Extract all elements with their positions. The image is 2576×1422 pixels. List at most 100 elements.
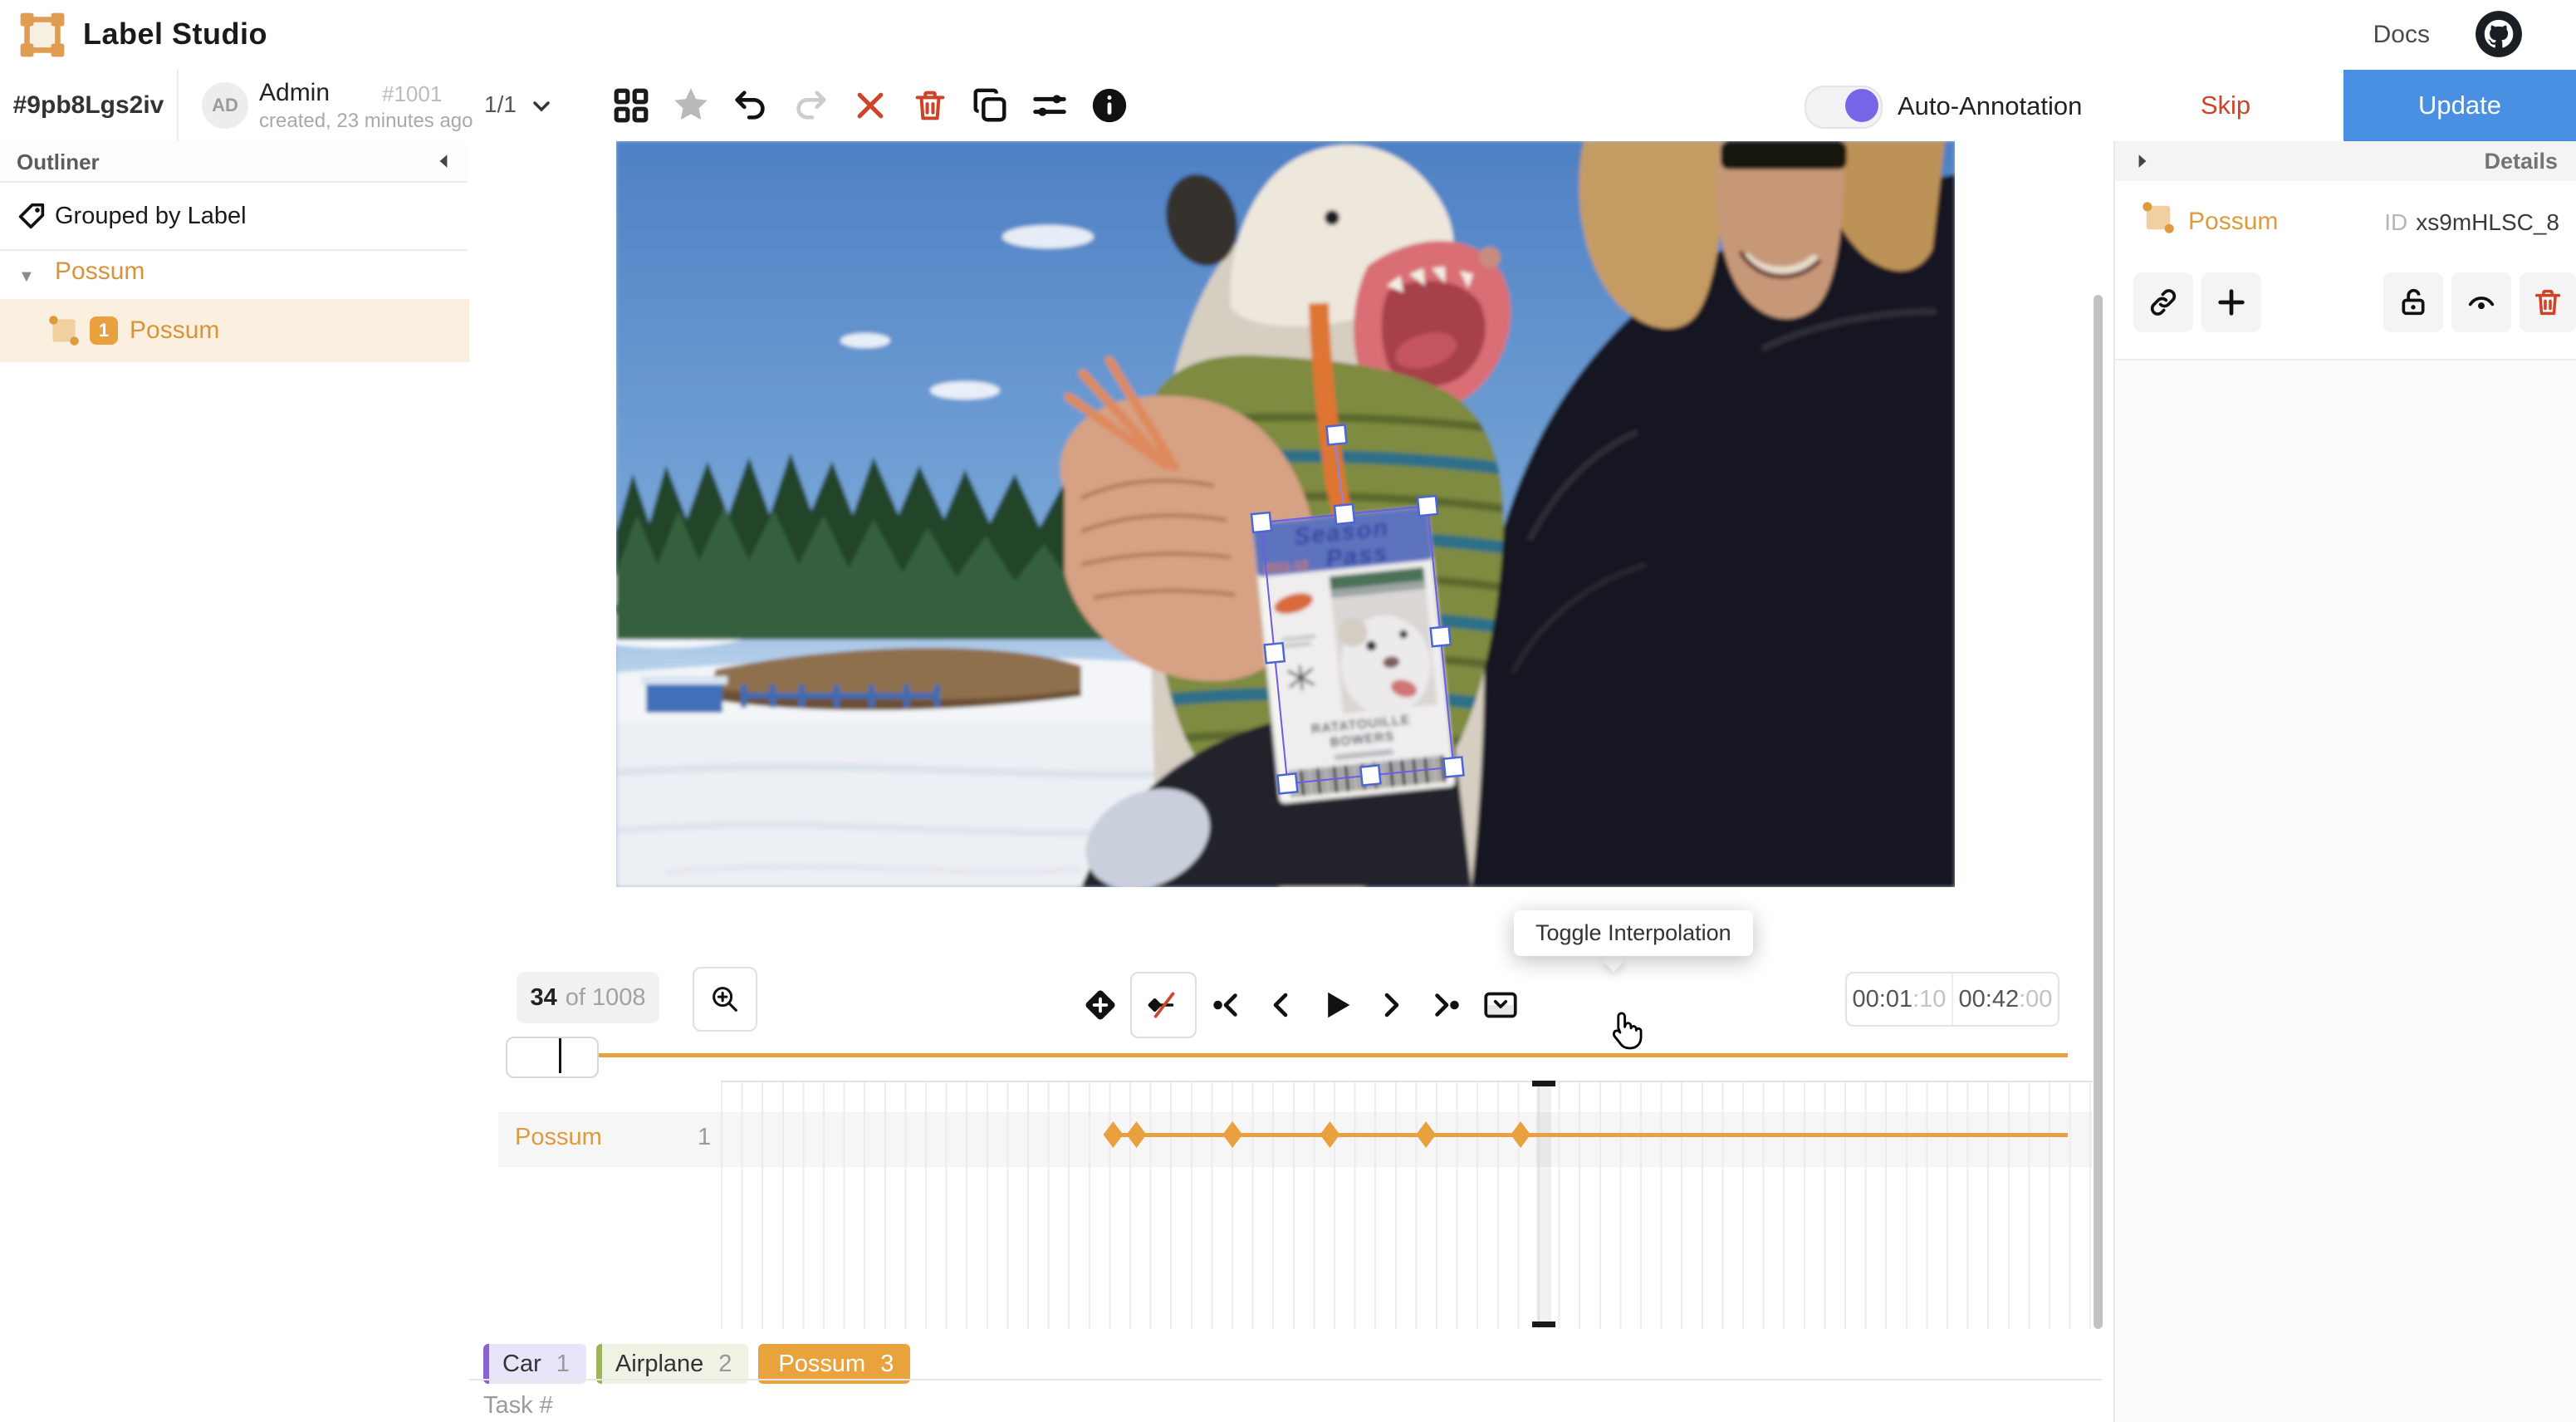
region-index-badge: 1 [90, 316, 118, 345]
time-duration-frames: :00 [2019, 986, 2052, 1013]
outliner-region-item[interactable]: 1 Possum [0, 299, 469, 362]
undo-button[interactable] [727, 78, 774, 133]
toggle-knob [1845, 89, 1878, 122]
outliner-header: Outliner [0, 141, 468, 183]
keyframe-diamond[interactable] [1511, 1121, 1530, 1148]
next-frame-button[interactable] [1366, 980, 1416, 1030]
label-color-bar [596, 1344, 602, 1384]
annotation-author: Admin [259, 79, 330, 107]
tag-icon [15, 199, 48, 233]
previous-frame-button[interactable] [1256, 980, 1306, 1030]
region-label[interactable]: Possum [2188, 208, 2278, 236]
label-text: Possum [778, 1351, 865, 1378]
label-hotkey: 1 [556, 1351, 570, 1378]
duplicate-button[interactable] [967, 78, 1013, 133]
seek-handle-mark [559, 1038, 561, 1073]
region-id: ID xs9mHLSC_8 [2384, 209, 2559, 236]
frame-counter[interactable]: 34 of 1008 [517, 972, 659, 1023]
keyframe-diamond[interactable] [1127, 1121, 1147, 1148]
timeline-view-button[interactable] [1476, 980, 1526, 1030]
keyframe-interpolation-line [1113, 1133, 2068, 1137]
tooltip: Toggle Interpolation [1514, 910, 1753, 956]
skip-button[interactable]: Skip [2108, 70, 2343, 141]
zoom-in-button[interactable] [693, 967, 757, 1032]
star-button[interactable] [668, 78, 714, 133]
github-icon[interactable] [2475, 10, 2523, 58]
time-position-main: 00:01 [1853, 986, 1913, 1013]
app-title: Label Studio [83, 17, 267, 51]
details-header: Details [2115, 141, 2576, 181]
update-button[interactable]: Update [2343, 70, 2576, 141]
region-id-value: xs9mHLSC_8 [2416, 209, 2559, 235]
keyframe-layer [721, 1081, 2093, 1327]
timeline-playhead[interactable] [1536, 1081, 1551, 1327]
frame-current: 34 [530, 984, 556, 1012]
region-bounding-box[interactable] [616, 141, 1955, 887]
time-duration-main: 00:42 [1959, 986, 2020, 1013]
task-id[interactable]: #9pb8Lgs2iv [0, 70, 179, 141]
outliner-panel: Outliner Grouped by Label ▼ Possum 1 Pos… [0, 141, 471, 1422]
add-relation-button[interactable] [2201, 272, 2261, 332]
details-title: Details [2484, 149, 2558, 174]
lock-region-button[interactable] [2383, 272, 2443, 332]
label-button-airplane[interactable]: Airplane 2 [596, 1344, 749, 1384]
expand-panel-icon[interactable] [2133, 152, 2152, 170]
annotation-pager: 1/1 [484, 91, 517, 118]
region-id-prefix: ID [2384, 209, 2407, 235]
play-button[interactable] [1311, 980, 1361, 1030]
settings-sliders-button[interactable] [1026, 78, 1073, 133]
label-studio-logo [18, 11, 66, 59]
previous-keyframe-button[interactable] [1202, 980, 1251, 1030]
region-label: Possum [130, 316, 219, 345]
keyframe-diamond[interactable] [1222, 1121, 1242, 1148]
grouping-label: Grouped by Label [55, 203, 247, 230]
label-text: Airplane [615, 1351, 703, 1378]
time-position[interactable]: 00:01:10 [1847, 973, 1952, 1025]
region-details-card: Possum ID xs9mHLSC_8 [2115, 181, 2576, 360]
label-button-possum[interactable]: Possum 3 [758, 1344, 910, 1384]
link-region-button[interactable] [2133, 272, 2193, 332]
label-color-bar [483, 1344, 489, 1384]
outliner-group-label[interactable]: Possum [55, 257, 144, 286]
frame-total: of 1008 [566, 984, 646, 1012]
keyframe-diamond[interactable] [1103, 1121, 1123, 1148]
keyframe-diamond[interactable] [1416, 1121, 1436, 1148]
outliner-title: Outliner [17, 150, 100, 175]
label-text: Car [502, 1351, 541, 1378]
bounding-box-icon [47, 313, 81, 348]
seek-bar[interactable] [529, 1053, 2068, 1057]
label-hotkey: 3 [880, 1351, 894, 1378]
chevron-down-icon[interactable] [528, 93, 555, 120]
auto-annotation-toggle[interactable] [1805, 86, 1883, 129]
avatar[interactable]: AD [202, 82, 248, 129]
reject-button[interactable] [847, 78, 894, 133]
divider [469, 1379, 2102, 1380]
label-button-car[interactable]: Car 1 [483, 1344, 586, 1384]
add-keyframe-button[interactable] [1075, 980, 1125, 1030]
timeline-track-label[interactable]: Possum [515, 1124, 602, 1151]
bounding-box-icon [2140, 199, 2177, 236]
delete-annotation-button[interactable] [907, 78, 953, 133]
scrollbar[interactable] [2094, 295, 2103, 1329]
visibility-button[interactable] [2451, 272, 2511, 332]
info-button[interactable] [1086, 78, 1133, 133]
docs-link[interactable]: Docs [2373, 21, 2430, 49]
label-buttons: Car 1 Airplane 2 Possum 3 [483, 1344, 910, 1384]
annotation-number: #1001 [382, 81, 442, 107]
next-keyframe-button[interactable] [1421, 980, 1471, 1030]
keyframe-diamond[interactable] [1320, 1121, 1339, 1148]
label-hotkey: 2 [718, 1351, 732, 1378]
tree-expand-arrow[interactable]: ▼ [18, 267, 35, 287]
playback-controls [1075, 972, 1526, 1038]
toggle-interpolation-button[interactable] [1130, 972, 1197, 1038]
redo-button[interactable] [787, 78, 834, 133]
time-position-frames: :10 [1912, 986, 1946, 1013]
time-duration[interactable]: 00:42:00 [1952, 973, 2058, 1025]
grouping-selector[interactable]: Grouped by Label [0, 183, 468, 251]
timeline-track-count: 1 [698, 1124, 711, 1151]
delete-region-button[interactable] [2520, 272, 2576, 332]
task-number-label: Task # [483, 1392, 553, 1420]
seek-handle[interactable] [506, 1037, 599, 1078]
grid-view-button[interactable] [608, 78, 654, 133]
collapse-panel-icon[interactable] [434, 152, 453, 170]
